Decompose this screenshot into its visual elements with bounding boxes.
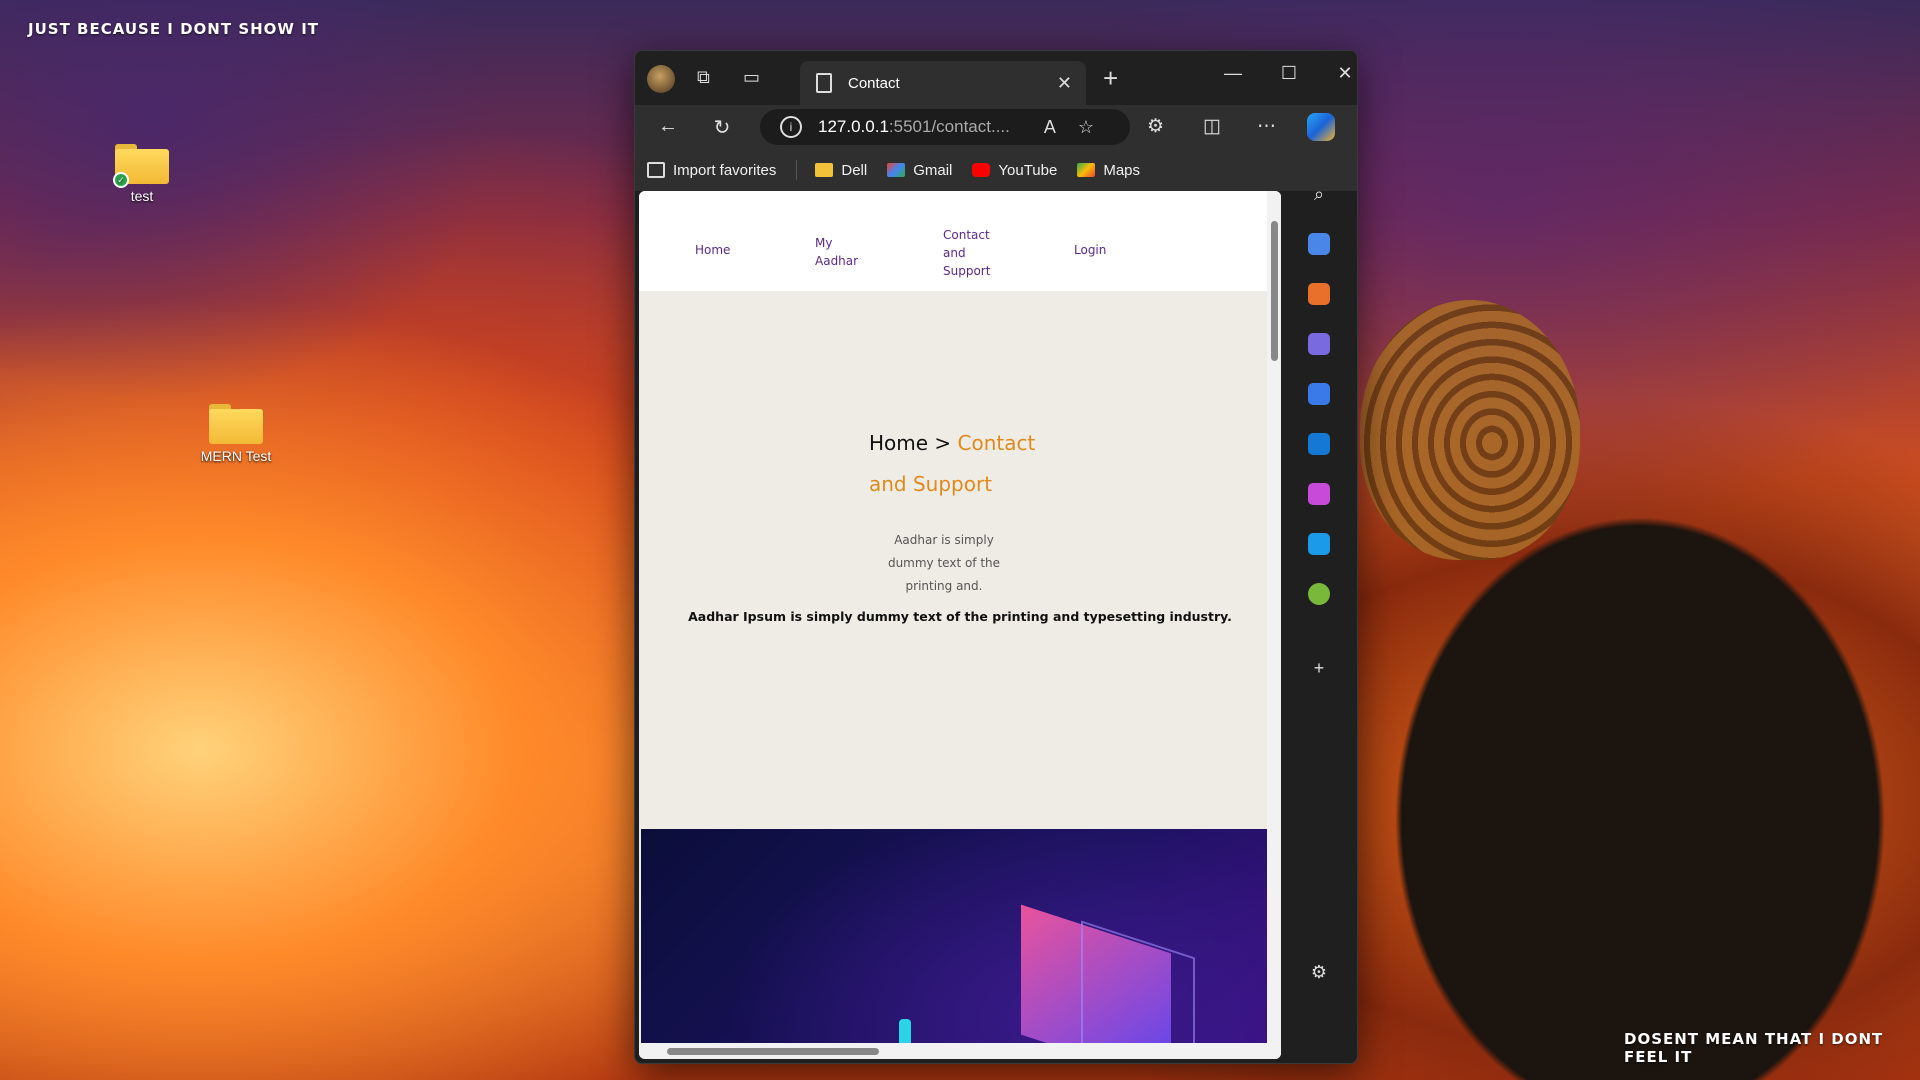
tab-bar: ⧉ ▭ Contact ✕ + — ☐ ✕ (635, 51, 1357, 105)
favorite-youtube[interactable]: YouTube (972, 162, 1057, 179)
address-bar[interactable]: i 127.0.0.1 :5501/contact.... A☆ (760, 109, 1130, 145)
nav-home[interactable]: Home (695, 241, 730, 259)
gmail-icon (887, 163, 906, 177)
refresh-button[interactable]: ↻ (707, 115, 737, 140)
nav-label: Aadhar (815, 254, 859, 268)
designer-icon[interactable] (1308, 483, 1330, 505)
nav-login[interactable]: Login (1074, 241, 1106, 259)
profile-avatar[interactable] (647, 65, 675, 93)
breadcrumb-home[interactable]: Home (869, 431, 928, 455)
nav-my-aadhar[interactable]: My Aadhar (815, 234, 858, 270)
breadcrumb-separator: > (928, 431, 958, 455)
nav-label: Contact (943, 228, 990, 242)
sync-check-icon: ✓ (113, 172, 129, 188)
wallpaper-text-bottom: DOSENT MEAN THAT I DONT FEEL IT (1624, 1030, 1884, 1066)
favorites-bar: Import favorites Dell Gmail YouTube Maps (635, 149, 1357, 191)
desktop-icon-label: MERN Test (200, 448, 272, 464)
edge-sidebar: ⌕ + ⚙ (1288, 147, 1350, 1063)
nav-contact-support[interactable]: Contact and Support (943, 226, 990, 280)
hero-lead-text: Aadhar Ipsum is simply dummy text of the… (688, 609, 1232, 624)
hero-illustration (641, 829, 1267, 1059)
hero-description: Aadhar is simply dummy text of the print… (887, 533, 1001, 593)
desktop-icon-mern-test[interactable]: MERN Test (186, 404, 286, 464)
horizontal-scrollbar[interactable] (639, 1043, 1267, 1059)
close-window-button[interactable]: ✕ (1325, 63, 1357, 84)
favorites-divider (796, 160, 798, 180)
nav-label: My (815, 236, 833, 250)
browser-window: ⧉ ▭ Contact ✕ + — ☐ ✕ ← ↻ i 127.0.0.1 :5… (634, 50, 1358, 1064)
site-nav: Home My Aadhar Contact and Support Login (639, 191, 1281, 291)
drop-icon[interactable] (1308, 533, 1330, 555)
vertical-scrollbar[interactable] (1267, 191, 1281, 1059)
extensions-icon[interactable]: ⚙ (1147, 115, 1164, 138)
back-button[interactable]: ← (653, 115, 683, 138)
tools-icon[interactable] (1308, 283, 1330, 305)
favorite-label: YouTube (998, 161, 1058, 179)
wallpaper-mask (1360, 300, 1580, 560)
copilot-designer-icon[interactable] (1308, 383, 1330, 405)
maximize-button[interactable]: ☐ (1269, 63, 1309, 84)
wallpaper-text-top: JUST BECAUSE I DONT SHOW IT (28, 20, 320, 38)
favorite-gmail[interactable]: Gmail (887, 162, 952, 179)
new-tab-button[interactable]: + (1103, 63, 1118, 94)
scroll-thumb[interactable] (1271, 221, 1278, 361)
desktop-icon-label: test (130, 188, 154, 204)
url-host: 127.0.0.1 (818, 117, 889, 136)
folder-icon: ✓ (113, 144, 169, 188)
page-icon (816, 73, 832, 93)
toolbar: ← ↻ i 127.0.0.1 :5501/contact.... A☆ ⚙ ◫… (635, 105, 1357, 149)
tab-actions-icon[interactable]: ▭ (743, 67, 760, 88)
folder-icon (209, 404, 263, 444)
workspaces-icon[interactable]: ⧉ (697, 67, 710, 88)
split-screen-icon[interactable]: ◫ (1203, 115, 1221, 138)
favorite-dell[interactable]: Dell (815, 162, 867, 179)
outlook-icon[interactable] (1308, 433, 1330, 455)
favorite-label: Maps (1103, 161, 1141, 179)
site-info-icon[interactable]: i (780, 116, 802, 138)
favorite-maps[interactable]: Maps (1077, 162, 1140, 179)
illustration-panel (1081, 920, 1195, 1059)
nav-label: and (943, 246, 966, 260)
import-icon (647, 162, 665, 178)
scroll-thumb[interactable] (667, 1048, 879, 1055)
copilot-icon[interactable] (1307, 113, 1335, 141)
youtube-icon (972, 163, 991, 177)
games-icon[interactable] (1308, 333, 1330, 355)
settings-icon[interactable]: ⚙ (1308, 961, 1330, 983)
shopping-tag-icon[interactable] (1308, 233, 1330, 255)
breadcrumb: Home > Contact and Support (869, 423, 1059, 505)
breadcrumb-current: and Support (869, 472, 993, 496)
minimize-button[interactable]: — (1213, 63, 1253, 84)
read-aloud-favorite-icons[interactable]: A☆ (1044, 117, 1116, 138)
favorite-label: Import favorites (673, 161, 777, 179)
page-viewport: Home My Aadhar Contact and Support Login… (639, 191, 1281, 1059)
maps-icon (1077, 163, 1096, 177)
desktop-icon-test[interactable]: ✓ test (92, 144, 192, 204)
more-menu-icon[interactable]: ⋯ (1257, 115, 1276, 138)
hero-section: Home > Contact and Support Aadhar is sim… (639, 291, 1281, 1059)
close-tab-icon[interactable]: ✕ (1057, 73, 1072, 94)
breadcrumb-current: Contact (957, 431, 1036, 455)
tree-icon[interactable] (1308, 583, 1330, 605)
favorite-label: Dell (841, 161, 868, 179)
nav-label: Support (943, 264, 991, 278)
tab-title: Contact (848, 74, 900, 92)
favorite-import[interactable]: Import favorites (647, 162, 776, 179)
tab-contact[interactable]: Contact ✕ (800, 61, 1086, 105)
url-path: :5501/contact.... (888, 117, 1010, 136)
folder-icon (815, 163, 834, 177)
add-sidebar-app-icon[interactable]: + (1308, 657, 1330, 679)
search-icon[interactable]: ⌕ (1308, 183, 1330, 205)
favorite-label: Gmail (913, 161, 953, 179)
